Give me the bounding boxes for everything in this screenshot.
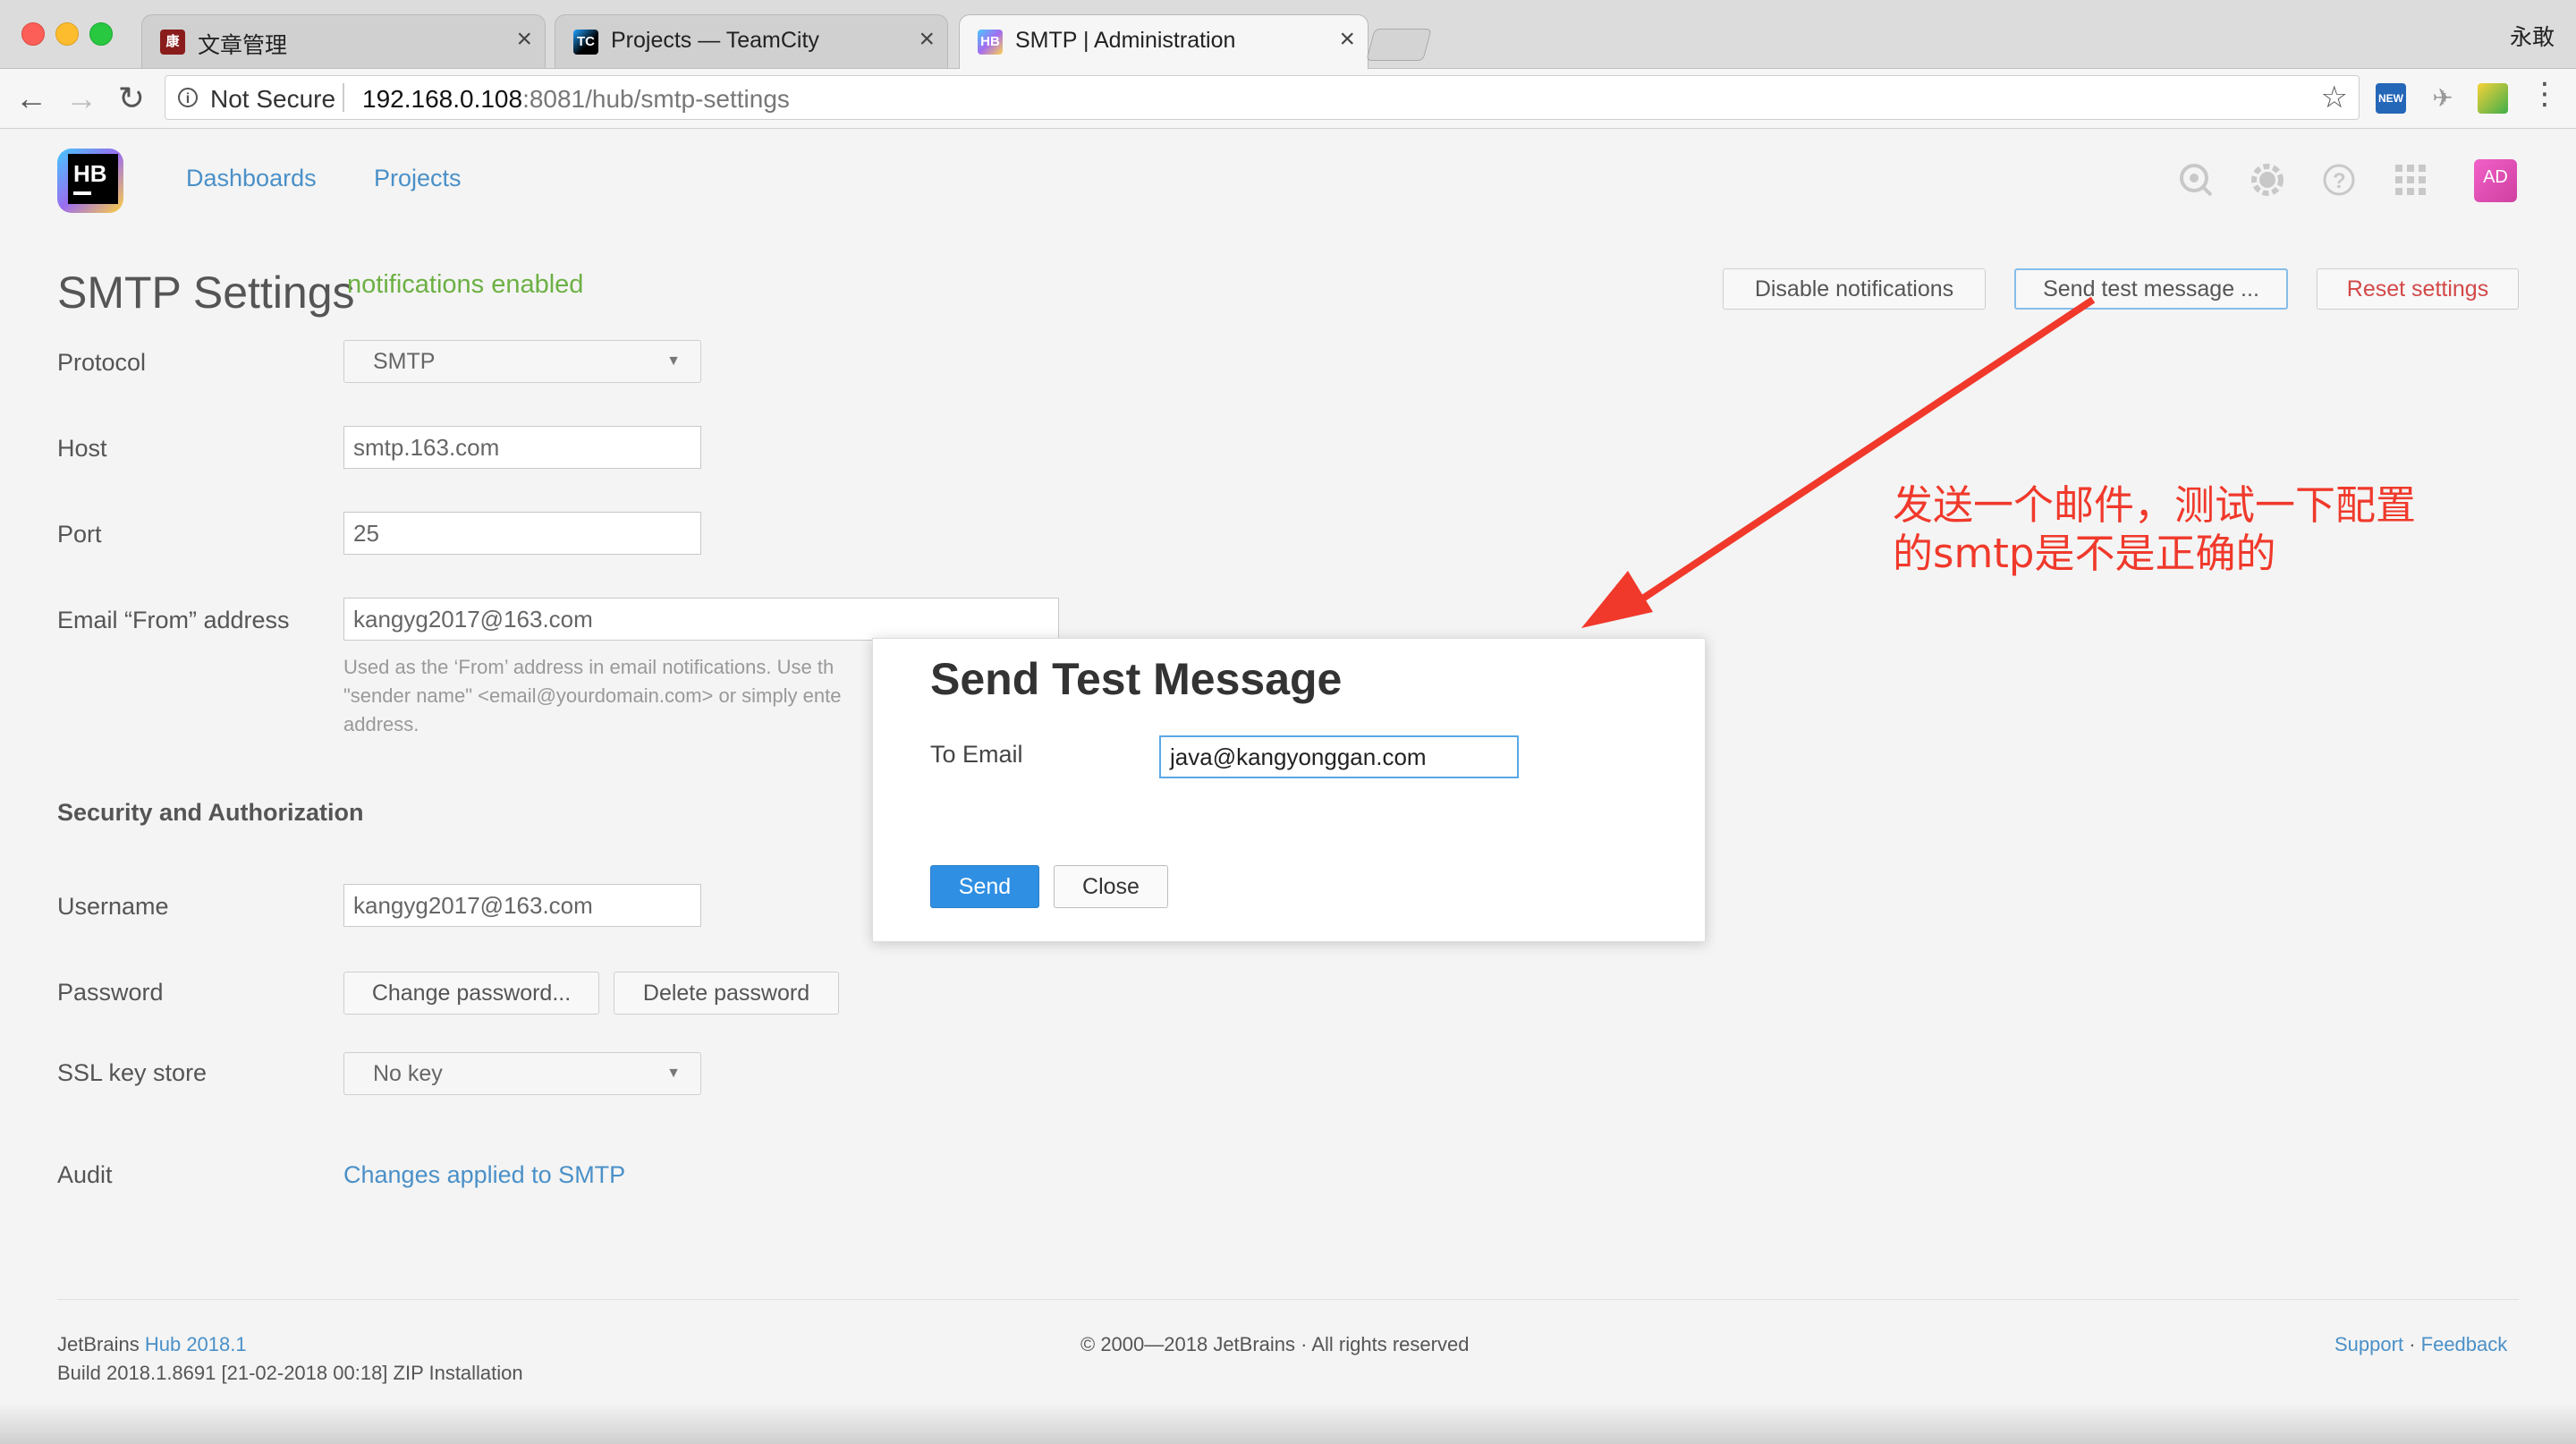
hint-line: Used as the ‘From’ address in email noti…	[343, 656, 835, 678]
help-icon[interactable]: ?	[2320, 161, 2358, 199]
from-address-input[interactable]: kangyg2017@163.com	[343, 598, 1059, 641]
audit-label: Audit	[57, 1161, 113, 1188]
reload-icon[interactable]: ↻	[111, 78, 152, 119]
delete-password-button[interactable]: Delete password	[614, 972, 839, 1015]
ssl-key-store-value: No key	[373, 1061, 443, 1086]
footer-product-link[interactable]: Hub 2018.1	[145, 1333, 247, 1355]
tab-favicon: 康	[160, 30, 185, 55]
footer-product: JetBrains Hub 2018.1	[57, 1333, 247, 1356]
nav-dashboards[interactable]: Dashboards	[186, 165, 317, 192]
settings-icon[interactable]	[2249, 161, 2286, 199]
hint-line: "sender name" <email@yourdomain.com> or …	[343, 684, 842, 707]
chevron-down-icon: ▼	[666, 1066, 681, 1081]
tab-favicon: TC	[573, 30, 598, 55]
extension-color-icon[interactable]	[2478, 83, 2508, 114]
page-title: SMTP Settings	[57, 268, 355, 318]
host-label: Host	[57, 435, 107, 462]
annotation-line: 的smtp是不是正确的	[1893, 530, 2276, 577]
tab-favicon: HB	[978, 30, 1003, 55]
window-close-button[interactable]	[21, 22, 45, 46]
footer-build: Build 2018.1.8691 [21-02-2018 00:18] ZIP…	[57, 1362, 523, 1384]
forward-arrow-icon[interactable]: →	[61, 78, 102, 119]
protocol-value: SMTP	[373, 349, 436, 374]
password-label: Password	[57, 979, 164, 1006]
browser-tab[interactable]: 康 文章管理 ×	[141, 14, 546, 68]
search-icon[interactable]	[2177, 161, 2215, 199]
from-address-label: Email “From” address	[57, 607, 290, 633]
send-button[interactable]: Send	[930, 865, 1039, 908]
username-label: Username	[57, 893, 169, 920]
footer-links: Support · Feedback	[2334, 1333, 2507, 1356]
to-email-input[interactable]: java@kangyonggan.com	[1159, 735, 1519, 778]
ssl-key-store-select[interactable]: No key ▼	[343, 1052, 701, 1095]
extension-new-icon[interactable]: NEW	[2376, 83, 2406, 114]
disable-notifications-button[interactable]: Disable notifications	[1723, 268, 1986, 310]
url-bar[interactable]: i Not Secure 192.168.0.108:8081/hub/smtp…	[165, 75, 2360, 120]
nav-projects[interactable]: Projects	[374, 165, 462, 192]
divider	[343, 83, 344, 112]
tab-title: SMTP | Administration	[1015, 28, 1236, 53]
annotation-text: 发送一个邮件，测试一下配置 的smtp是不是正确的	[1893, 481, 2416, 578]
apps-grid-icon[interactable]	[2392, 161, 2429, 199]
port-input[interactable]: 25	[343, 512, 701, 555]
protocol-select[interactable]: SMTP ▼	[343, 340, 701, 383]
username-input[interactable]: kangyg2017@163.com	[343, 884, 701, 927]
star-icon[interactable]: ☆	[2321, 80, 2348, 115]
chevron-down-icon: ▼	[666, 353, 681, 369]
window-minimize-button[interactable]	[55, 22, 79, 46]
reset-settings-button[interactable]: Reset settings	[2317, 268, 2519, 310]
hub-logo[interactable]: HB	[55, 143, 129, 217]
support-link[interactable]: Support	[2334, 1333, 2403, 1355]
close-icon[interactable]: ×	[1339, 24, 1355, 55]
dialog-title: Send Test Message	[930, 654, 1343, 704]
url-text[interactable]: 192.168.0.108:8081/hub/smtp-settings	[362, 85, 790, 114]
url-path: :8081/hub/smtp-settings	[522, 85, 790, 113]
footer-divider	[57, 1299, 2519, 1300]
extension-plane-icon[interactable]: ✈	[2428, 83, 2458, 114]
footer-copyright: © 2000—2018 JetBrains · All rights reser…	[1080, 1333, 1470, 1355]
svg-text:?: ?	[2333, 169, 2346, 193]
avatar[interactable]: AD	[2474, 159, 2517, 202]
footer-product-prefix: JetBrains	[57, 1333, 140, 1355]
url-host: 192.168.0.108	[362, 85, 523, 113]
logo-text: HB	[73, 160, 107, 187]
protocol-label: Protocol	[57, 349, 147, 376]
info-icon[interactable]: i	[178, 88, 198, 107]
audit-link[interactable]: Changes applied to SMTP	[343, 1161, 625, 1189]
security-section-heading: Security and Authorization	[57, 799, 364, 826]
from-address-hint: Used as the ‘From’ address in email noti…	[343, 653, 880, 739]
footer-separator: ·	[2409, 1333, 2416, 1355]
hint-line: address.	[343, 713, 419, 735]
ssl-key-store-label: SSL key store	[57, 1059, 208, 1086]
security-label[interactable]: Not Secure	[210, 85, 335, 114]
browser-toolbar: ← → ↻ i Not Secure 192.168.0.108:8081/hu…	[0, 69, 2576, 129]
change-password-button[interactable]: Change password...	[343, 972, 599, 1015]
tab-title: Projects — TeamCity	[611, 28, 819, 53]
profile-name[interactable]: 永敢	[2510, 20, 2555, 52]
feedback-link[interactable]: Feedback	[2421, 1333, 2508, 1355]
port-label: Port	[57, 521, 102, 548]
status-badge: notifications enabled	[347, 270, 584, 299]
menu-dots-icon[interactable]: ⋮	[2529, 76, 2560, 112]
new-tab-button[interactable]	[1366, 29, 1432, 61]
annotation-line: 发送一个邮件，测试一下配置	[1893, 481, 2417, 529]
browser-tab[interactable]: TC Projects — TeamCity ×	[555, 14, 948, 68]
close-button[interactable]: Close	[1054, 865, 1168, 908]
to-email-label: To Email	[930, 741, 1023, 768]
tab-title: 文章管理	[198, 33, 288, 58]
back-arrow-icon[interactable]: ←	[11, 78, 52, 119]
host-input[interactable]: smtp.163.com	[343, 426, 701, 469]
window-bottom-edge	[0, 1403, 2576, 1444]
close-icon[interactable]: ×	[516, 24, 532, 55]
close-icon[interactable]: ×	[919, 24, 935, 55]
send-test-message-button[interactable]: Send test message ...	[2014, 268, 2288, 310]
browser-tab-bar: 康 文章管理 × TC Projects — TeamCity × HB SMT…	[0, 0, 2576, 69]
send-test-message-dialog: Send Test Message To Email java@kangyong…	[872, 638, 1706, 942]
browser-tab-active[interactable]: HB SMTP | Administration ×	[959, 14, 1368, 69]
window-maximize-button[interactable]	[89, 22, 113, 46]
